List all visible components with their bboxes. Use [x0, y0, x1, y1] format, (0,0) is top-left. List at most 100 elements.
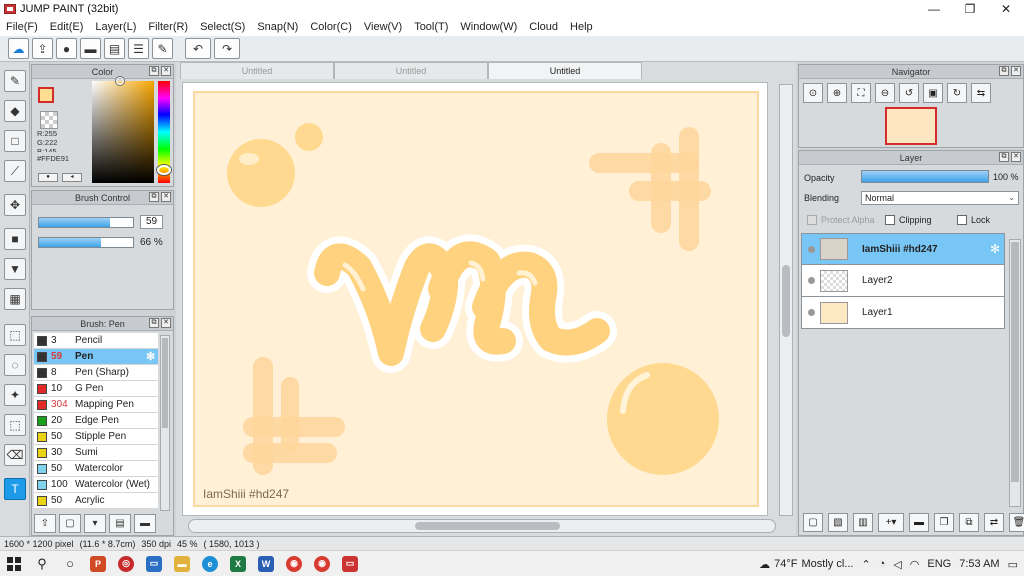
brush-item[interactable]: 50 Stipple Pen: [34, 429, 158, 445]
fit-window-icon[interactable]: ▣: [923, 83, 943, 103]
folder-icon[interactable]: ▬: [134, 514, 156, 533]
eraser-icon[interactable]: ◆: [4, 100, 26, 122]
blending-select[interactable]: Normal ⌄: [861, 191, 1019, 205]
chat-icon[interactable]: ▬: [80, 38, 101, 59]
merge-down-icon[interactable]: ⧉: [959, 513, 979, 532]
sv-cursor[interactable]: [116, 77, 124, 85]
notification-icon[interactable]: ▭: [1008, 558, 1018, 571]
select-pen-icon[interactable]: ⬚: [4, 414, 26, 436]
transparent-color-swatch[interactable]: [40, 111, 58, 129]
brush-settings-icon[interactable]: ▤: [109, 514, 131, 533]
brush-opacity-slider[interactable]: [38, 236, 134, 248]
tab-untitled-1[interactable]: Untitled: [180, 62, 334, 79]
rotate-left-icon[interactable]: ↺: [899, 83, 919, 103]
brush-icon[interactable]: ✎: [4, 70, 26, 92]
windows-start-icon[interactable]: [0, 551, 28, 576]
clock[interactable]: 7:53 AM: [959, 558, 999, 570]
edge-icon[interactable]: e: [196, 551, 224, 576]
menu-edit[interactable]: Edit(E): [44, 21, 90, 33]
layer-row-layer2[interactable]: Layer2: [801, 265, 1005, 297]
menu-layer[interactable]: Layer(L): [89, 21, 142, 33]
new-layer-1bit-icon[interactable]: ▥: [853, 513, 873, 532]
magic-wand-icon[interactable]: ✦: [4, 384, 26, 406]
menu-window[interactable]: Window(W): [454, 21, 523, 33]
duplicate-layer-icon[interactable]: ❐: [934, 513, 954, 532]
network-icon[interactable]: ◔: [879, 558, 886, 570]
undock-icon[interactable]: ⧉: [149, 318, 159, 328]
jump-paint-taskbar-icon[interactable]: ▭: [336, 551, 364, 576]
share-icon[interactable]: ⇪: [32, 38, 53, 59]
zoom-in-icon[interactable]: ⊕: [827, 83, 847, 103]
visibility-icon[interactable]: [805, 277, 817, 284]
zoom-out-icon[interactable]: ⊖: [875, 83, 895, 103]
layer-row-layer1[interactable]: Layer1: [801, 297, 1005, 329]
chrome-icon[interactable]: ◉: [280, 551, 308, 576]
redo-icon[interactable]: ↷: [214, 38, 240, 59]
layer-list-scrollbar[interactable]: [1009, 239, 1021, 507]
maximize-button[interactable]: ❐: [952, 0, 988, 17]
lock-checkbox[interactable]: Lock: [957, 215, 990, 225]
layer-row-text[interactable]: IamShiii #hd247 ✻: [801, 233, 1005, 265]
menu-select[interactable]: Select(S): [194, 21, 251, 33]
brush-item[interactable]: 30 Sumi: [34, 445, 158, 461]
rectangle-icon[interactable]: □: [4, 130, 26, 152]
menu-file[interactable]: File(F): [0, 21, 44, 33]
brush-item[interactable]: 100 Watercolor (Wet): [34, 477, 158, 493]
document-icon[interactable]: ▤: [104, 38, 125, 59]
brush-item[interactable]: 20 Edge Pen: [34, 413, 158, 429]
visibility-icon[interactable]: [805, 245, 817, 253]
close-icon[interactable]: ✕: [161, 318, 171, 328]
menu-tool[interactable]: Tool(T): [408, 21, 454, 33]
fit-screen-icon[interactable]: ⛶: [851, 83, 871, 103]
file-explorer-icon[interactable]: ▬: [168, 551, 196, 576]
brush-list-scrollbar[interactable]: [160, 335, 170, 511]
add-layer-menu-icon[interactable]: +▾: [878, 513, 904, 532]
cloud-icon[interactable]: ☁: [8, 38, 29, 59]
canvas-horizontal-scrollbar[interactable]: [188, 519, 776, 533]
close-icon[interactable]: ✕: [161, 192, 171, 202]
close-icon[interactable]: ✕: [1011, 66, 1021, 76]
text-icon[interactable]: T: [4, 478, 26, 500]
brush-item[interactable]: 59 Pen ✻: [34, 349, 158, 365]
undock-icon[interactable]: ⧉: [999, 152, 1009, 162]
close-icon[interactable]: ✕: [1011, 152, 1021, 162]
saturation-value-picker[interactable]: [92, 81, 154, 183]
menu-view[interactable]: View(V): [358, 21, 408, 33]
excel-icon[interactable]: X: [224, 551, 252, 576]
menu-help[interactable]: Help: [564, 21, 599, 33]
list-icon[interactable]: ☰: [128, 38, 149, 59]
gradient-icon[interactable]: ▦: [4, 288, 26, 310]
lasso-icon[interactable]: ◌: [4, 354, 26, 376]
monitor-icon[interactable]: ▭: [140, 551, 168, 576]
rotate-right-icon[interactable]: ↻: [947, 83, 967, 103]
menu-snap[interactable]: Snap(N): [251, 21, 304, 33]
menu-color[interactable]: Color(C): [304, 21, 358, 33]
upload-icon[interactable]: ⇧: [34, 514, 56, 533]
close-icon[interactable]: ✕: [161, 66, 171, 76]
brush-item[interactable]: 3 Pencil: [34, 333, 158, 349]
language-indicator[interactable]: ENG: [927, 558, 951, 570]
undock-icon[interactable]: ⧉: [999, 66, 1009, 76]
drawing-canvas[interactable]: IamShiii #hd247: [193, 91, 759, 507]
task-view-icon[interactable]: ○: [56, 551, 84, 576]
canvas-vertical-scrollbar[interactable]: [779, 84, 793, 516]
brush-item[interactable]: 50 Acrylic: [34, 493, 158, 509]
close-button[interactable]: ✕: [988, 0, 1024, 17]
brush-menu-icon[interactable]: ▾: [84, 514, 106, 533]
powerpoint-icon[interactable]: P: [84, 551, 112, 576]
visibility-icon[interactable]: [805, 309, 817, 316]
primary-color-swatch[interactable]: [38, 87, 54, 103]
zoom-actual-icon[interactable]: ⊙: [803, 83, 823, 103]
eyedropper-small-button[interactable]: ●: [38, 173, 58, 182]
flip-icon[interactable]: ⇆: [971, 83, 991, 103]
new-layer-8bit-icon[interactable]: ▧: [828, 513, 848, 532]
navigator-thumbnail[interactable]: [885, 107, 937, 145]
move-icon[interactable]: ✥: [4, 194, 26, 216]
swap-small-button[interactable]: ◂: [62, 173, 82, 182]
select-eraser-icon[interactable]: ⌫: [4, 444, 26, 466]
layer-opacity-slider[interactable]: [861, 170, 989, 183]
delete-icon[interactable]: 🗑: [1009, 513, 1024, 532]
brush-item[interactable]: 50 Watercolor: [34, 461, 158, 477]
speech-icon[interactable]: ●: [56, 38, 77, 59]
brush-item[interactable]: 304 Mapping Pen: [34, 397, 158, 413]
